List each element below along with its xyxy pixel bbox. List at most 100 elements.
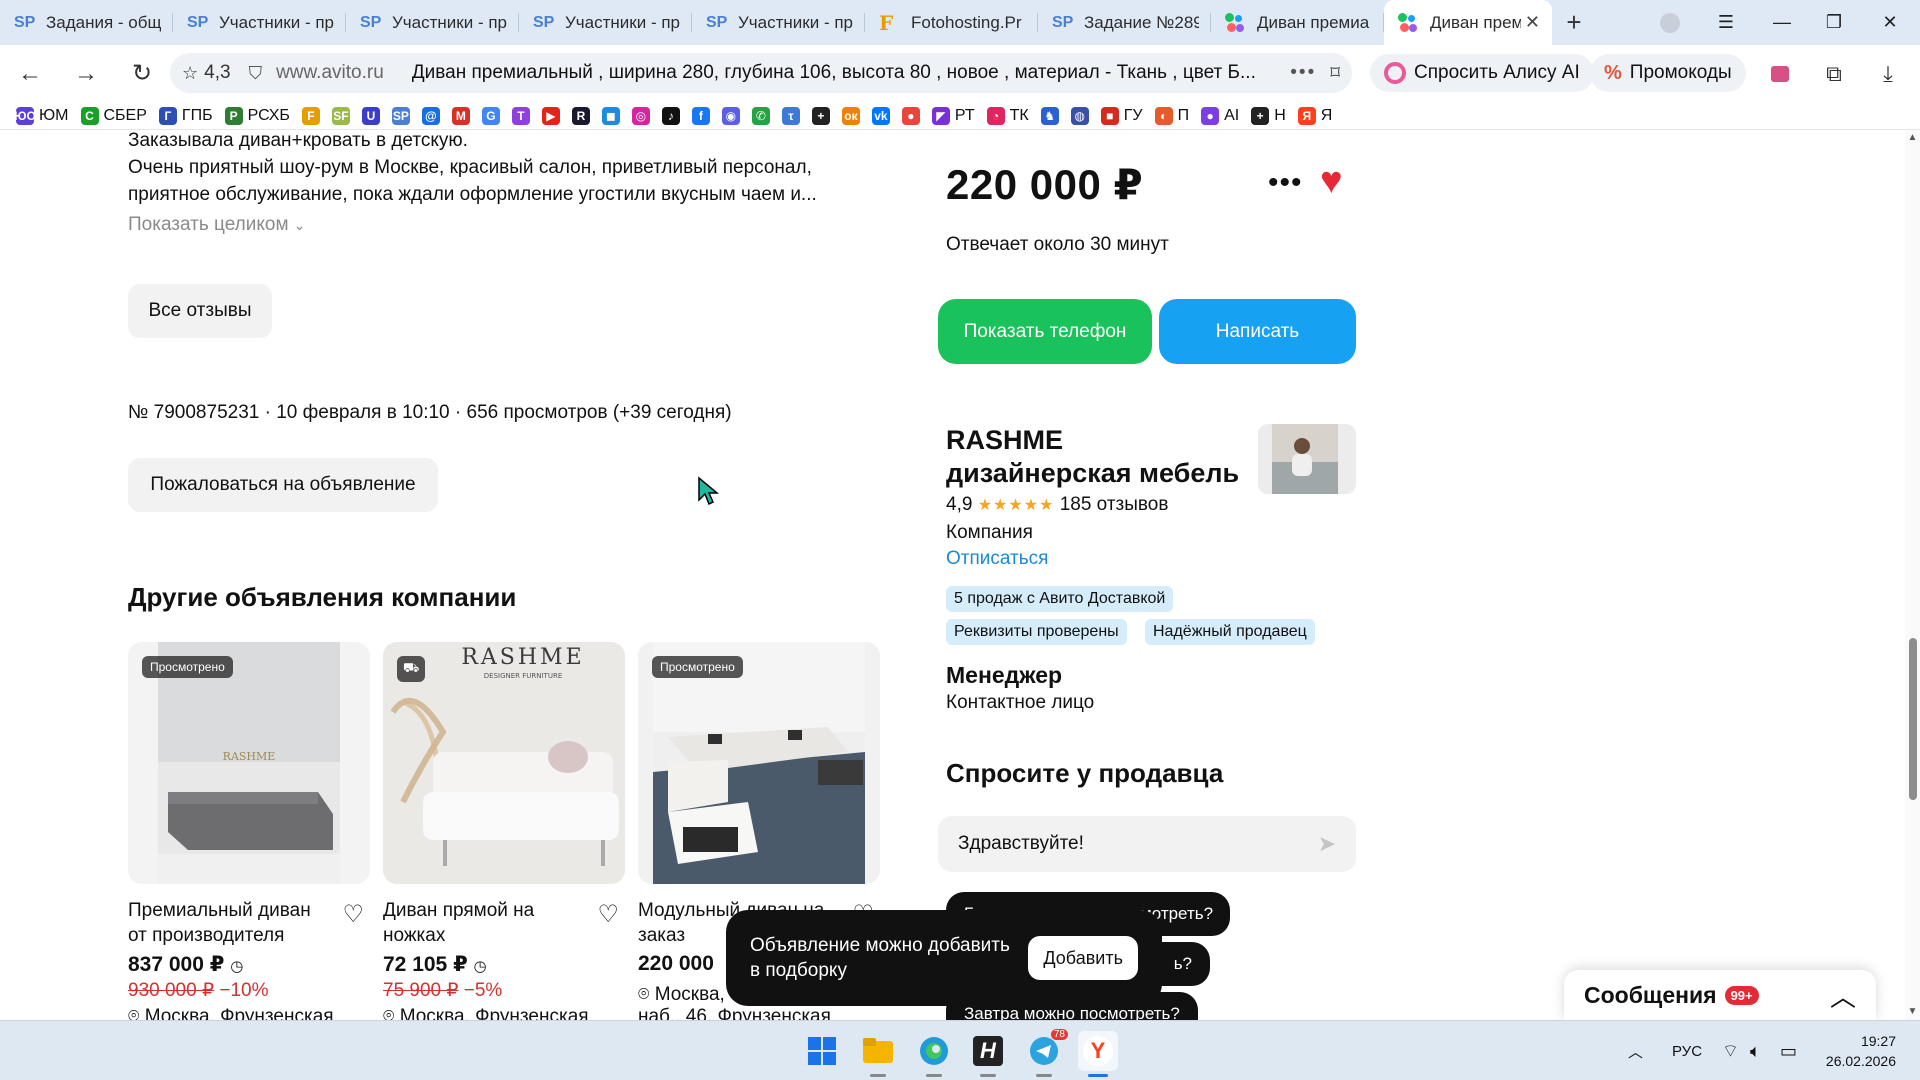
ad-photo[interactable]: RASHME Просмотрено xyxy=(128,642,370,884)
heart-outline-icon[interactable]: ♡ xyxy=(342,900,364,929)
favorite-heart-icon[interactable]: ♥ xyxy=(1320,160,1343,203)
bookmark-item[interactable]: ◔ ТК xyxy=(986,106,1029,125)
edge-browser-icon[interactable] xyxy=(914,1031,954,1077)
bookmark-item[interactable]: ● xyxy=(901,106,920,125)
bookmark-item[interactable]: + xyxy=(811,106,830,125)
shield-icon[interactable]: ⛉ xyxy=(249,63,263,84)
bookmark-item[interactable]: R xyxy=(571,106,590,125)
close-window-icon[interactable]: ✕ xyxy=(1862,0,1918,45)
bookmark-item[interactable]: ЮО ЮМ xyxy=(14,106,69,125)
ad-card[interactable]: RASHME Просмотрено Премиальный диван от … xyxy=(128,642,370,1020)
windows-start-icon[interactable] xyxy=(802,1031,842,1071)
ad-card[interactable]: RASHME DESIGNER FURNITURE ⛟ Диван прямой… xyxy=(383,642,625,1020)
volume-icon[interactable]: 🔈︎ xyxy=(1750,1021,1761,1080)
bookmark-item[interactable]: τ xyxy=(781,106,800,125)
bookmark-item[interactable]: ♪ xyxy=(661,106,680,125)
show-phone-button[interactable]: Показать телефон xyxy=(938,299,1152,364)
browser-tab[interactable]: SP Участники - пр xyxy=(519,0,692,45)
report-button[interactable]: Пожаловаться на объявление xyxy=(128,458,438,512)
bookmark-item[interactable]: ок xyxy=(841,106,860,125)
browser-tab[interactable]: F Fotohosting.Pr xyxy=(865,0,1038,45)
toast-add-button[interactable]: Добавить xyxy=(1028,936,1138,980)
ad-title[interactable]: Диван прямой на ножках xyxy=(383,898,583,948)
chevron-up-icon[interactable]: ︿ xyxy=(1830,977,1856,1014)
bookmark-item[interactable]: ◼ xyxy=(601,106,620,125)
unsubscribe-link[interactable]: Отписаться xyxy=(946,548,1048,570)
bookmark-item[interactable]: f xyxy=(691,106,710,125)
scroll-down-icon[interactable]: ▼ xyxy=(1905,1006,1920,1017)
wifi-icon[interactable]: ⌔ xyxy=(1722,1021,1739,1080)
bookmark-item[interactable]: F xyxy=(301,106,320,125)
bookmark-item[interactable]: ▶ xyxy=(541,106,560,125)
bookmark-item[interactable]: SP xyxy=(391,106,410,125)
bookmark-item[interactable]: Р РСХБ xyxy=(224,106,290,125)
ask-seller-input[interactable]: Здравствуйте! ➤ xyxy=(938,816,1356,872)
browser-tab[interactable]: SP Участники - пр xyxy=(346,0,519,45)
send-icon[interactable]: ➤ xyxy=(1318,831,1336,857)
scrollbar-thumb[interactable] xyxy=(1909,638,1917,800)
browser-tab[interactable]: SP Участники - пр xyxy=(692,0,865,45)
bookmark-item[interactable]: Г ГПБ xyxy=(158,106,213,125)
download-icon[interactable]: ⤓ xyxy=(1866,45,1910,102)
tab-menu-icon[interactable]: ☰ xyxy=(1698,0,1754,45)
bookmark-item[interactable]: ✆ xyxy=(751,106,770,125)
app-h-icon[interactable]: H xyxy=(968,1031,1008,1077)
bookmark-item[interactable]: @ xyxy=(421,106,440,125)
write-button[interactable]: Написать xyxy=(1159,299,1356,364)
address-bar[interactable]: ☆ 4,3 ⛉ www.avito.ru Диван премиальный ,… xyxy=(170,53,1352,93)
profile-icon[interactable] xyxy=(1642,0,1698,45)
ad-photo[interactable]: RASHME DESIGNER FURNITURE ⛟ xyxy=(383,642,625,884)
page-scrollbar[interactable]: ▲ ▼ xyxy=(1905,130,1920,1020)
bookmark-item[interactable]: ◉ xyxy=(721,106,740,125)
extensions-icon[interactable]: ⧉ xyxy=(1812,45,1856,102)
forward-icon[interactable]: → xyxy=(58,45,114,102)
new-tab-button[interactable]: + xyxy=(1552,0,1596,45)
bookmark-icon[interactable]: ⌑ xyxy=(1330,62,1340,85)
browser-tab[interactable]: SP Задания - общ xyxy=(0,0,173,45)
tray-overflow-icon[interactable]: ︿ xyxy=(1628,1021,1643,1080)
browser-tab[interactable]: SP Задание №289 xyxy=(1038,0,1211,45)
browser-tab[interactable]: Диван премиа xyxy=(1211,0,1384,45)
file-explorer-icon[interactable] xyxy=(858,1031,898,1077)
back-icon[interactable]: ← xyxy=(2,45,58,102)
reload-icon[interactable]: ↻ xyxy=(114,45,170,102)
telegram-icon[interactable]: 78 xyxy=(1024,1029,1068,1077)
language-indicator[interactable]: РУС xyxy=(1672,1021,1702,1080)
bookmark-item[interactable]: M xyxy=(451,106,470,125)
bookmark-item[interactable]: U xyxy=(361,106,380,125)
bookmark-item[interactable]: T xyxy=(511,106,530,125)
browser-tab-active[interactable]: Диван прем ✕ xyxy=(1384,0,1552,45)
all-reviews-button[interactable]: Все отзывы xyxy=(128,284,272,338)
scroll-up-icon[interactable]: ▲ xyxy=(1905,132,1920,143)
bookmark-item[interactable]: vk xyxy=(871,106,890,125)
ad-photo[interactable]: Просмотрено xyxy=(638,642,880,884)
heart-outline-icon[interactable]: ♡ xyxy=(597,900,619,929)
yandex-browser-icon[interactable]: Y xyxy=(1078,1031,1118,1077)
bookmark-item[interactable]: ■ ГУ xyxy=(1100,106,1143,125)
close-tab-icon[interactable]: ✕ xyxy=(1525,12,1540,33)
messages-panel[interactable]: Сообщения 99+ ︿ xyxy=(1564,970,1876,1020)
collections-icon[interactable] xyxy=(1758,45,1802,102)
show-all-link[interactable]: Показать целиком ⌄ xyxy=(128,214,306,236)
minimize-icon[interactable]: — xyxy=(1754,0,1810,45)
more-options-icon[interactable]: ••• xyxy=(1268,166,1303,200)
seller-rating[interactable]: 4,9 ★★★★★ 185 отзывов xyxy=(946,494,1168,516)
battery-icon[interactable]: ▭ xyxy=(1780,1021,1797,1080)
bookmark-item[interactable]: G xyxy=(481,106,500,125)
seller-avatar[interactable] xyxy=(1258,424,1356,494)
bookmark-item[interactable]: ◐ П xyxy=(1154,106,1189,125)
more-icon[interactable]: ••• xyxy=(1290,62,1316,84)
bookmark-item[interactable]: SF xyxy=(331,106,350,125)
browser-tab[interactable]: SP Участники - пр xyxy=(173,0,346,45)
bookmark-item[interactable]: ◍ xyxy=(1070,106,1089,125)
alisa-button[interactable]: Спросить Алису AI xyxy=(1370,54,1594,92)
bookmark-item[interactable]: ◎ xyxy=(631,106,650,125)
ad-title[interactable]: Премиальный диван от производителя xyxy=(128,898,328,948)
seller-name[interactable]: RASHME дизайнерская мебель xyxy=(946,424,1256,490)
promo-button[interactable]: % Промокоды xyxy=(1590,54,1746,92)
system-clock[interactable]: 19:27 26.02.2026 xyxy=(1824,1031,1896,1071)
bookmark-item[interactable]: ◤ РТ xyxy=(931,106,975,125)
bookmark-item[interactable]: ♞ xyxy=(1040,106,1059,125)
bookmark-item[interactable]: С СБЕР xyxy=(80,106,147,125)
bookmark-item[interactable]: ЯЯ xyxy=(1297,106,1332,125)
